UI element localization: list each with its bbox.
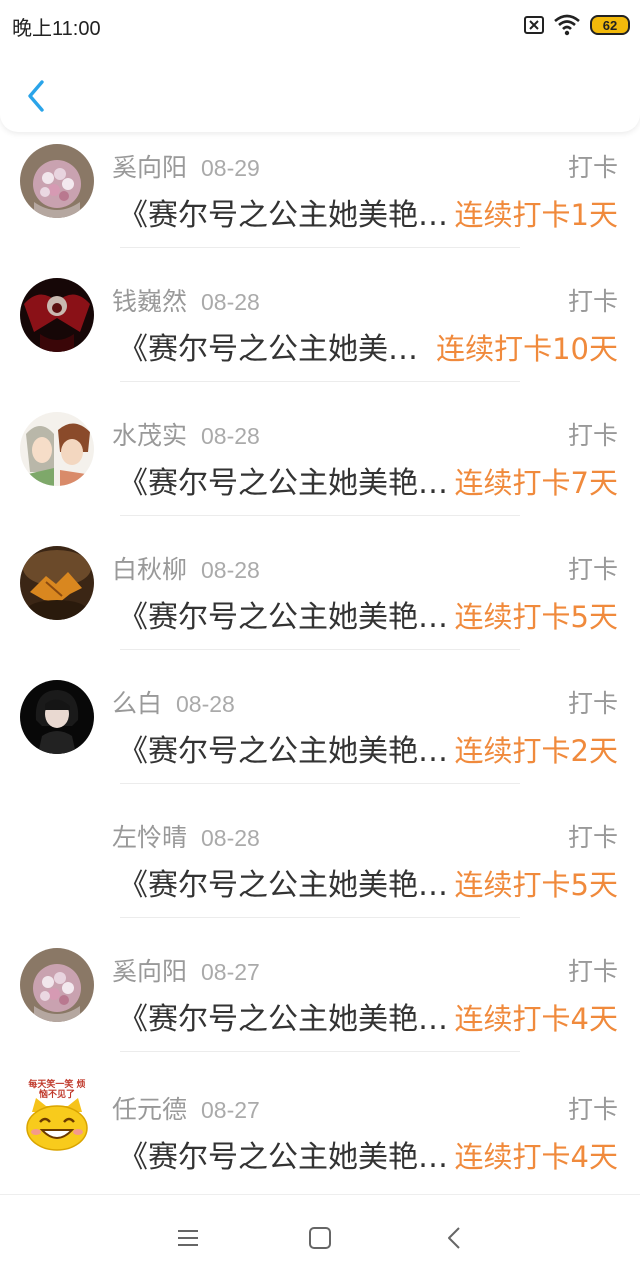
checkin-type: 打卡	[567, 287, 618, 316]
book-title: 《赛尔号之公主她美艳…	[118, 734, 448, 769]
streak-label: 连续打卡2天	[454, 734, 618, 768]
checkin-type: 打卡	[567, 1095, 618, 1124]
menu-icon	[178, 1230, 198, 1246]
divider	[120, 381, 520, 382]
user-name: 水茂实 08-28	[112, 421, 260, 450]
avatar-caption: 每天笑一笑 烦恼不见了	[28, 1080, 86, 1100]
status-bar: 晚上11:00 62	[0, 0, 640, 50]
triangle-back-icon	[448, 1227, 460, 1249]
avatar[interactable]	[20, 948, 94, 1022]
divider	[120, 917, 520, 918]
book-title: 《赛尔号之公主她美艳…	[118, 466, 448, 501]
list-item[interactable]: 每天笑一笑 烦恼不见了 任元德 08-27 打卡 《赛尔号之公主她美艳… 连续打卡…	[0, 1078, 640, 1212]
streak-label: 连续打卡5天	[454, 868, 618, 902]
square-home-icon	[309, 1227, 331, 1249]
header	[0, 50, 640, 132]
divider	[120, 649, 520, 650]
no-sim-icon	[524, 16, 544, 34]
flowers-avatar-image	[20, 144, 94, 218]
avatar[interactable]	[20, 546, 94, 620]
list-item[interactable]: 么白 08-28 打卡 《赛尔号之公主她美艳… 连续打卡2天	[0, 676, 640, 810]
book-title: 《赛尔号之公主她美艳…	[118, 868, 448, 903]
list-item[interactable]: 奚向阳 08-27 打卡 《赛尔号之公主她美艳… 连续打卡4天	[0, 944, 640, 1078]
divider	[120, 247, 520, 248]
checkin-type: 打卡	[567, 689, 618, 718]
list-item[interactable]: 奚向阳 08-29 打卡 《赛尔号之公主她美艳… 连续打卡1天	[0, 140, 640, 274]
book-title: 《赛尔号之公主她美艳…	[118, 1002, 448, 1037]
divider	[120, 515, 520, 516]
battery-level: 62	[602, 17, 618, 33]
user-name: 任元德 08-27	[112, 1095, 260, 1124]
checkin-date: 08-27	[201, 1097, 260, 1123]
user-name: 左怜晴 08-28	[112, 823, 260, 852]
list-item[interactable]: 白秋柳 08-28 打卡 《赛尔号之公主她美艳… 连续打卡5天	[0, 542, 640, 676]
list-item[interactable]: 钱巍然 08-28 打卡 《赛尔号之公主她美… 连续打卡10天	[0, 274, 640, 408]
anime-couple-avatar-image	[20, 412, 94, 486]
divider	[120, 1051, 520, 1052]
user-name: 奚向阳 08-27	[112, 957, 260, 986]
streak-label: 连续打卡7天	[454, 466, 618, 500]
home-button[interactable]	[305, 1223, 335, 1253]
streak-label: 连续打卡4天	[454, 1140, 618, 1174]
checkin-type: 打卡	[567, 555, 618, 584]
avatar[interactable]	[20, 412, 94, 486]
avatar[interactable]: 每天笑一笑 烦恼不见了	[20, 1078, 94, 1158]
status-icons: 62	[524, 12, 630, 38]
checkin-type: 打卡	[567, 421, 618, 450]
streak-label: 连续打卡10天	[436, 332, 618, 366]
divider	[120, 783, 520, 784]
list-item[interactable]: 左怜晴 08-28 打卡 《赛尔号之公主她美艳… 连续打卡5天	[0, 810, 640, 944]
status-time: 晚上11:00	[12, 18, 101, 40]
checkin-date: 08-28	[201, 825, 260, 851]
streak-label: 连续打卡5天	[454, 600, 618, 634]
wifi-icon	[554, 14, 580, 36]
book-title: 《赛尔号之公主她美艳…	[118, 600, 448, 635]
back-button[interactable]	[18, 72, 58, 116]
flowers-avatar-image	[20, 948, 94, 1022]
checkin-date: 08-28	[176, 691, 235, 717]
chevron-left-icon	[28, 80, 44, 112]
book-title: 《赛尔号之公主她美艳…	[118, 198, 448, 233]
checkin-date: 08-28	[201, 557, 260, 583]
user-name: 么白 08-28	[112, 689, 235, 718]
user-name: 白秋柳 08-28	[112, 555, 260, 584]
system-nav-bar	[0, 1194, 640, 1280]
checkin-type: 打卡	[567, 957, 618, 986]
book-title: 《赛尔号之公主她美艳…	[118, 1140, 448, 1175]
checkin-date: 08-29	[201, 155, 260, 181]
streak-label: 连续打卡1天	[454, 198, 618, 232]
dark-red-avatar-image	[20, 278, 94, 352]
girl-dark-avatar-image	[20, 680, 94, 754]
checkin-type: 打卡	[567, 823, 618, 852]
avatar[interactable]	[20, 278, 94, 352]
menu-button[interactable]	[173, 1223, 203, 1253]
nav-back-button[interactable]	[440, 1223, 470, 1253]
checkin-date: 08-28	[201, 289, 260, 315]
list-item[interactable]: 水茂实 08-28 打卡 《赛尔号之公主她美艳… 连续打卡7天	[0, 408, 640, 542]
book-title: 《赛尔号之公主她美…	[118, 332, 418, 367]
user-name: 奚向阳 08-29	[112, 153, 260, 182]
checkin-date: 08-27	[201, 959, 260, 985]
autumn-leaf-avatar-image	[20, 546, 94, 620]
avatar[interactable]	[20, 144, 94, 218]
avatar[interactable]	[20, 680, 94, 754]
user-name: 钱巍然 08-28	[112, 287, 260, 316]
checkin-type: 打卡	[567, 153, 618, 182]
streak-label: 连续打卡4天	[454, 1002, 618, 1036]
battery-icon: 62	[590, 15, 630, 35]
checkin-date: 08-28	[201, 423, 260, 449]
